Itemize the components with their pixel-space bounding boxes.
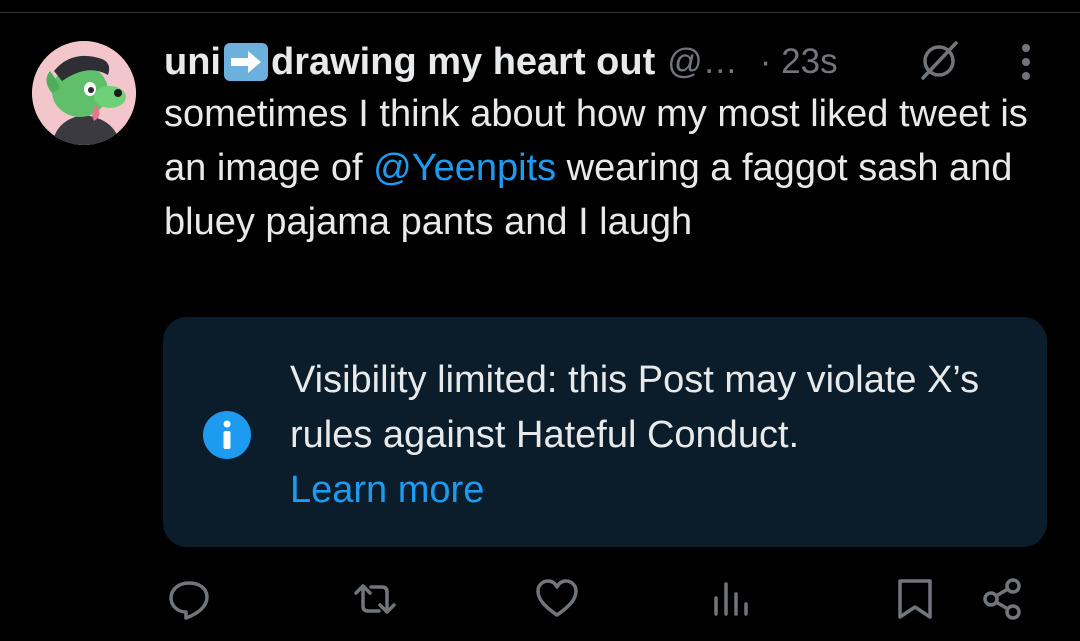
notice-text: Visibility limited: this Post may violat… [290, 353, 1030, 518]
action-bar [0, 576, 1080, 626]
divider [0, 12, 1080, 13]
like-icon[interactable] [534, 576, 580, 622]
visibility-limited-notice: Visibility limited: this Post may violat… [163, 317, 1047, 547]
reply-icon[interactable] [166, 576, 212, 622]
repost-icon[interactable] [352, 576, 398, 622]
user-handle[interactable]: @… [667, 42, 738, 82]
more-options-icon[interactable] [1008, 40, 1044, 84]
right-arrow-emoji-icon [223, 43, 268, 81]
tweet[interactable]: uni drawing my heart out @… · 23s someti… [0, 0, 1080, 641]
display-name-part1: uni [164, 40, 221, 83]
muted-conversation-icon [916, 39, 962, 83]
avatar[interactable] [32, 41, 136, 145]
post-header: uni drawing my heart out @… · 23s [164, 36, 838, 88]
learn-more-link[interactable]: Learn more [290, 463, 1030, 518]
views-icon[interactable] [710, 576, 756, 622]
post-time[interactable]: · 23s [760, 42, 838, 82]
display-name-part2: drawing my heart out [270, 40, 656, 83]
notice-message: Visibility limited: this Post may violat… [290, 359, 980, 456]
mention-link[interactable]: @Yeenpits [373, 147, 556, 189]
share-icon[interactable] [980, 576, 1026, 622]
bookmark-icon[interactable] [893, 576, 939, 622]
display-name[interactable]: uni drawing my heart out [164, 41, 655, 84]
post-text: sometimes I think about how my most like… [164, 87, 1044, 249]
info-icon [203, 411, 251, 459]
